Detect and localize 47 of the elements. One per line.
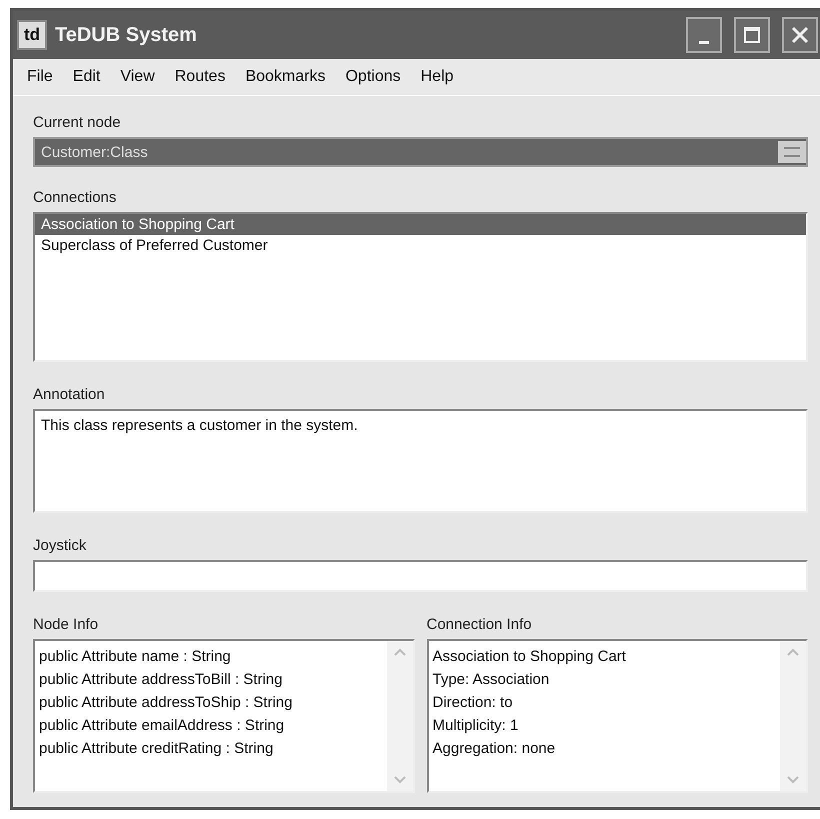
- menu-item[interactable]: Options: [345, 68, 401, 86]
- section-label: Connections: [33, 189, 118, 206]
- scroll-down-icon[interactable]: [392, 775, 406, 785]
- menu-item[interactable]: View: [120, 68, 155, 86]
- section-label: Node Info: [33, 616, 100, 633]
- node-info-box[interactable]: public Attribute name : String public Attribute addressToBill : String public Attribute addressToShip : String public Attribute emailAddress : String public Attribute creditRating : String: [33, 639, 414, 793]
- info-line: public Attribute addressToShip : String: [39, 693, 294, 713]
- spin-arrows-icon[interactable]: [778, 141, 806, 163]
- info-line: public Attribute addressToBill : String: [39, 670, 284, 690]
- info-line: public Attribute name : String: [39, 647, 232, 667]
- info-line: public Attribute creditRating : String: [39, 739, 274, 759]
- node-spinner[interactable]: Customer:Class: [33, 137, 808, 167]
- section-label: Connection Info: [426, 616, 533, 633]
- info-line: Direction: to: [432, 693, 514, 713]
- menu-item[interactable]: File: [27, 68, 53, 86]
- scroll-up-icon[interactable]: [786, 647, 800, 657]
- scroll-up-icon[interactable]: [392, 647, 406, 657]
- info-line: Aggregation: none: [432, 739, 556, 759]
- menu-item[interactable]: Bookmarks: [245, 68, 326, 86]
- scrollbar[interactable]: [780, 641, 806, 791]
- menu-item[interactable]: Edit: [72, 68, 100, 86]
- info-line: Association to Shopping Cart: [432, 647, 627, 667]
- section-label: Annotation: [33, 386, 106, 403]
- close-icon: [790, 25, 810, 45]
- info-line: Type: Association: [432, 670, 550, 690]
- section-label: Joystick: [33, 537, 88, 554]
- scroll-down-icon[interactable]: [786, 775, 800, 785]
- window-title: TeDUB System: [55, 24, 198, 46]
- info-line: Multiplicity: 1: [432, 716, 520, 736]
- info-line: public Attribute emailAddress : String: [39, 716, 286, 736]
- menu-item[interactable]: Help: [420, 68, 454, 86]
- menu-item[interactable]: Routes: [174, 68, 226, 86]
- joystick-field[interactable]: [33, 560, 808, 592]
- minimize-icon: [699, 40, 709, 44]
- list-item[interactable]: Association to Shopping Cart: [35, 214, 806, 235]
- minimize-button[interactable]: [686, 17, 722, 53]
- maximize-icon: [743, 26, 761, 44]
- annotation-field[interactable]: This class represents a customer in the system.: [33, 409, 808, 513]
- section-label: Current node: [33, 114, 122, 131]
- maximize-button[interactable]: [734, 17, 770, 53]
- close-button[interactable]: [782, 17, 818, 53]
- scrollbar[interactable]: [386, 641, 412, 791]
- connection-info-box[interactable]: Association to Shopping Cart Type: Association Direction: to Multiplicity: 1 Aggregation: none: [426, 639, 808, 793]
- node-value: Customer:Class: [40, 144, 148, 160]
- app-icon: td: [17, 20, 47, 50]
- connections-list[interactable]: Association to Shopping Cart Superclass of Preferred Customer: [33, 212, 808, 362]
- list-item[interactable]: Superclass of Preferred Customer: [35, 235, 806, 256]
